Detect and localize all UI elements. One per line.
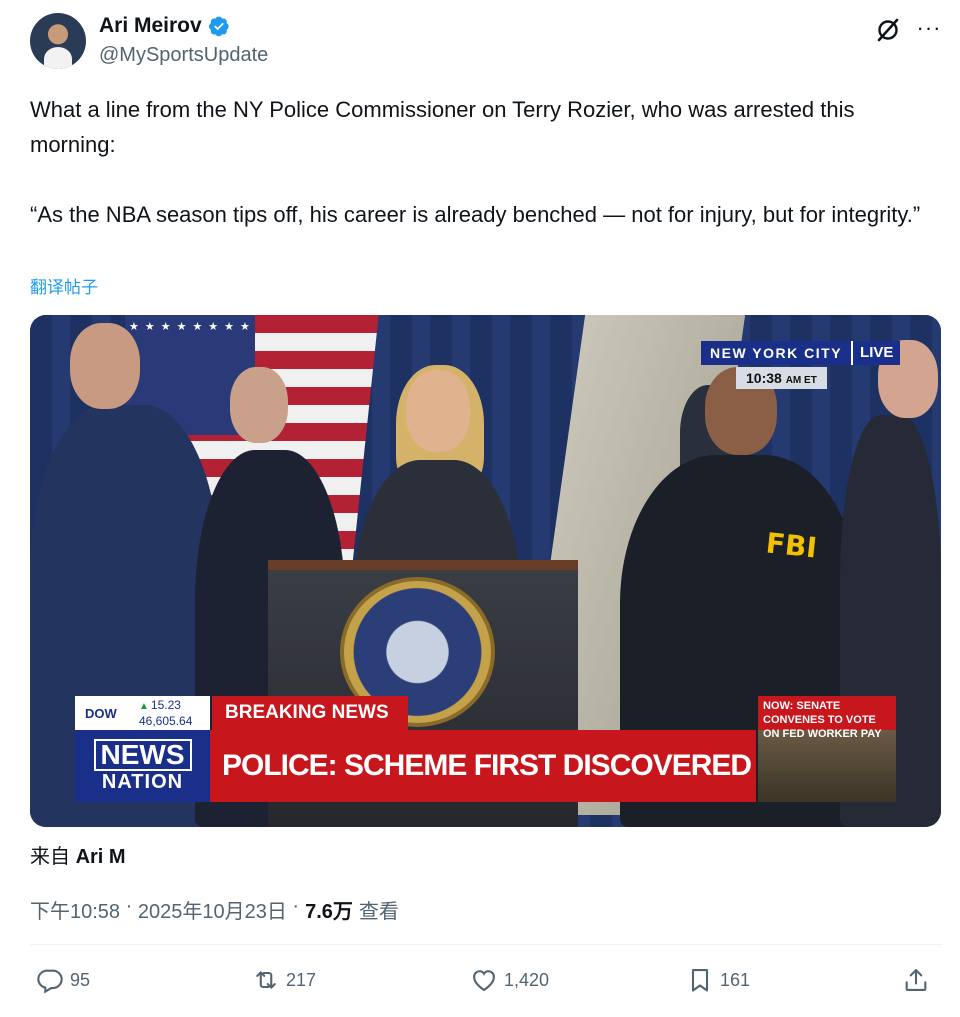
bookmark-count: 161 [720,969,751,990]
repost-icon [256,971,276,989]
side-news-title: NOW: SENATE CONVENES TO VOTE ON FED WORK… [758,696,896,740]
speaker-head [406,370,470,452]
share-button[interactable] [902,958,930,1002]
tweet-text: What a line from the NY Police Commissio… [30,97,921,227]
source-attribution: 来自 Ari M [30,840,126,869]
repost-button[interactable]: 217 [252,958,316,1002]
person-left-head [70,323,140,409]
like-button[interactable]: 1,420 [470,958,549,1002]
news-headline: POLICE: SCHEME FIRST DISCOVERED 4 YEARS … [210,730,756,802]
source-name[interactable]: Ari M [76,846,126,868]
fbi-jacket-text: FBI [764,526,819,565]
live-city: NEW YORK CITY [701,341,852,365]
like-count: 1,420 [504,969,550,990]
bookmark-button[interactable]: 161 [686,958,750,1002]
network-logo-line1: NEWS [93,739,192,771]
divider [30,944,942,945]
breaking-news-label: BREAKING NEWS [212,696,408,730]
grok-icon[interactable] [874,16,902,44]
side-news-box: NOW: SENATE CONVENES TO VOTE ON FED WORK… [758,696,896,802]
action-bar: 95 217 1,420 161 [30,958,942,1002]
person-second-head [230,367,288,443]
views-label: 查看 [358,901,399,923]
bookmark-icon [691,969,709,992]
author-name-row: Ari Meirov [99,14,230,38]
reply-button[interactable]: 95 [36,958,90,1002]
translate-post-link[interactable]: 翻译帖子 [30,273,98,298]
ticker-values: 15.23 46,605.64 [139,698,192,728]
live-bug: NEW YORK CITY LIVE [701,341,901,365]
meta-separator: · [125,895,133,917]
reply-icon [37,969,63,994]
ticker-index: DOW [85,705,117,721]
post-time[interactable]: 下午10:58 [30,895,120,924]
tweet-post: Ari Meirov @MySportsUpdate ··· What a li… [0,0,960,1017]
stock-ticker: DOW 15.23 46,605.64 [75,696,210,730]
verified-badge-icon [208,16,229,37]
ticker-value: 46,605.64 [139,714,193,728]
post-date[interactable]: 2025年10月23日 [138,895,287,924]
more-icon[interactable]: ··· [914,16,944,44]
meta-separator: · [292,895,300,917]
ticker-change: 15.23 [139,698,192,714]
author-name[interactable]: Ari Meirov [99,14,202,38]
live-time-value: 10:38 [746,370,782,386]
author-handle[interactable]: @MySportsUpdate [99,44,268,67]
network-logo: NEWS NATION [75,730,210,802]
post-meta: 下午10:58 · 2025年10月23日 · 7.6万 查看 [30,895,399,924]
avatar[interactable] [30,13,86,69]
views-count: 7.6万 [305,901,353,923]
repost-count: 217 [286,969,317,990]
live-tag: LIVE [851,341,901,365]
live-time: 10:38 AM ET [736,367,827,389]
reply-count: 95 [70,969,91,990]
source-prefix: 来自 [30,846,70,868]
video-media[interactable]: ★★★★★★★★★★★★★★★★★★★★★★★★★★★★★ FBI NEW YO… [30,315,941,827]
live-time-ampm: AM ET [785,375,817,386]
heart-icon [473,970,495,992]
network-logo-line2: NATION [101,771,184,793]
share-icon [905,969,927,991]
